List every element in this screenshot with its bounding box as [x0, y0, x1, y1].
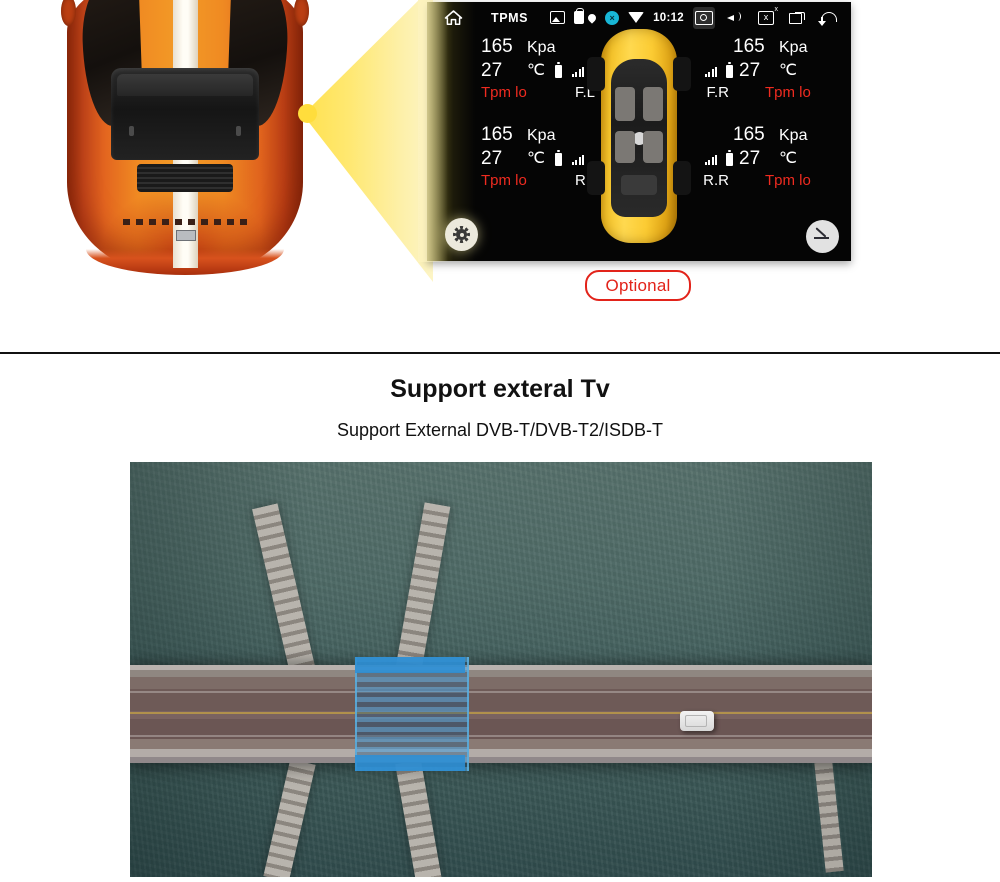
- tpms-pressure-unit: Kpa: [527, 127, 556, 144]
- close-box-superscript: x: [774, 5, 779, 13]
- tpms-pressure-unit: Kpa: [779, 39, 808, 56]
- section-divider: [0, 352, 1000, 354]
- back-arrow-icon[interactable]: [817, 7, 839, 29]
- video-player[interactable]: NOTE: This is not included 30 : 53 74 : …: [130, 462, 872, 877]
- signal-icon: [705, 154, 717, 165]
- bridge-lane-line-1: [130, 691, 872, 693]
- home-icon[interactable]: [444, 9, 463, 26]
- tpms-alert-text: Tpm lo: [765, 84, 811, 101]
- car-mirror-right: [294, 0, 309, 26]
- tpms-car-diagram: [587, 29, 691, 243]
- signal-icon: [572, 154, 584, 165]
- tpms-alert-text: Tpm lo: [765, 172, 811, 189]
- tpms-seat-rr: [643, 131, 663, 163]
- tpms-temp-row: 27 ℃: [675, 149, 825, 169]
- bridge-center-line: [130, 712, 872, 714]
- car-deck-latch-right: [236, 126, 241, 136]
- signal-icon: [572, 66, 584, 77]
- car-mirror-left: [61, 0, 76, 26]
- tpms-trunk: [621, 175, 657, 195]
- tpms-head-unit-screen[interactable]: TPMS × 10:12 xx 165 Kpa 27 ℃ Tpm lo F.L …: [427, 2, 851, 261]
- tpms-temp-unit: ℃: [779, 150, 797, 167]
- tpms-seat-fl: [615, 87, 635, 121]
- orange-car-photo: [45, 0, 325, 290]
- tpms-wheel-fr: [673, 57, 691, 91]
- wifi-icon: [628, 12, 645, 23]
- tpms-pressure-value: 165: [481, 36, 513, 57]
- car-engine-deck: [111, 68, 259, 160]
- tpms-temp-value: 27: [739, 148, 761, 169]
- tpms-temp-unit: ℃: [527, 62, 545, 79]
- camera-icon[interactable]: [693, 6, 715, 29]
- car-license-plate: [176, 230, 196, 241]
- tpms-wheel-rr: [673, 161, 691, 195]
- battery-icon: [726, 150, 733, 166]
- tpms-wheel-position-label: F.R: [706, 84, 730, 101]
- tpms-car-interior: [611, 59, 667, 217]
- tv-section: Support exteral Tv Support External DVB-…: [0, 355, 1000, 882]
- status-right-icons: × 10:12 xx: [586, 5, 839, 29]
- tpms-pressure-unit: Kpa: [779, 127, 808, 144]
- tpms-wheel-rl: [587, 161, 605, 195]
- blue-section-top-edge: [355, 657, 465, 673]
- beam-origin-dot: [298, 104, 317, 123]
- tpms-pressure-row: 165 Kpa: [675, 37, 825, 58]
- image-icon: [550, 11, 566, 24]
- no-sim-badge-icon: ×: [605, 10, 620, 25]
- tpms-seat-fr: [643, 87, 663, 121]
- recents-icon[interactable]: [786, 7, 808, 29]
- tpms-temp-unit: ℃: [779, 62, 797, 79]
- car-body: [61, 0, 309, 275]
- tpms-readout-area: 165 Kpa 27 ℃ Tpm lo F.L 165 Kpa 27 ℃ F.R…: [427, 29, 851, 261]
- status-clock: 10:12: [653, 11, 684, 24]
- gear-icon[interactable]: [445, 218, 478, 251]
- white-car-on-bridge: [680, 711, 714, 731]
- pencil-icon[interactable]: [806, 220, 839, 253]
- tpms-wheel-readout-fr: 165 Kpa 27 ℃ F.R Tpm lo: [675, 37, 825, 101]
- tpms-pressure-value: 165: [733, 36, 765, 57]
- tpms-pressure-value: 165: [481, 124, 513, 145]
- close-box-icon[interactable]: xx: [755, 5, 779, 29]
- bridge-lane-line-2: [130, 735, 872, 737]
- location-pin-icon: [586, 11, 598, 24]
- tpms-temp-unit: ℃: [527, 150, 545, 167]
- page-title: Support exteral Tv: [390, 375, 610, 403]
- tpms-status-bar: TPMS × 10:12 xx: [427, 2, 851, 33]
- tpms-pressure-unit: Kpa: [527, 39, 556, 56]
- battery-icon: [555, 150, 562, 166]
- tpms-temp-value: 27: [481, 148, 503, 169]
- volume-icon[interactable]: [724, 7, 746, 29]
- tpms-app-title: TPMS: [491, 10, 529, 25]
- blue-section-bottom-edge: [355, 755, 465, 771]
- car-deck-latch-left: [129, 126, 134, 136]
- tpms-pressure-row: 165 Kpa: [675, 125, 825, 146]
- tpms-temp-value: 27: [739, 60, 761, 81]
- tpms-wheel-fl: [587, 57, 605, 91]
- tpms-alert-text: Tpm lo: [481, 172, 527, 189]
- tpms-temp-value: 27: [481, 60, 503, 81]
- car-rear-bumper: [123, 219, 247, 225]
- tpms-pressure-value: 165: [733, 124, 765, 145]
- bridge-deck: [130, 665, 872, 763]
- tpms-wheel-position-label: R.R: [703, 172, 729, 189]
- optional-badge: Optional: [585, 270, 691, 301]
- tpms-temp-row: 27 ℃: [675, 61, 825, 81]
- battery-icon: [726, 62, 733, 78]
- page-subtitle: Support External DVB-T/DVB-T2/ISDB-T: [336, 420, 664, 440]
- status-left-icons: [550, 8, 585, 24]
- signal-icon: [705, 66, 717, 77]
- tpms-alert-text: Tpm lo: [481, 84, 527, 101]
- tpms-wheel-readout-rr: 165 Kpa 27 ℃ R.R Tpm lo: [675, 125, 825, 190]
- tpms-section: TPMS × 10:12 xx 165 Kpa 27 ℃ Tpm lo F.L …: [0, 0, 1000, 353]
- tpms-seat-rl: [615, 131, 635, 163]
- lock-icon: [574, 8, 585, 24]
- car-rear-vent: [137, 164, 233, 192]
- battery-icon: [555, 62, 562, 78]
- blue-bridge-section: [355, 657, 469, 771]
